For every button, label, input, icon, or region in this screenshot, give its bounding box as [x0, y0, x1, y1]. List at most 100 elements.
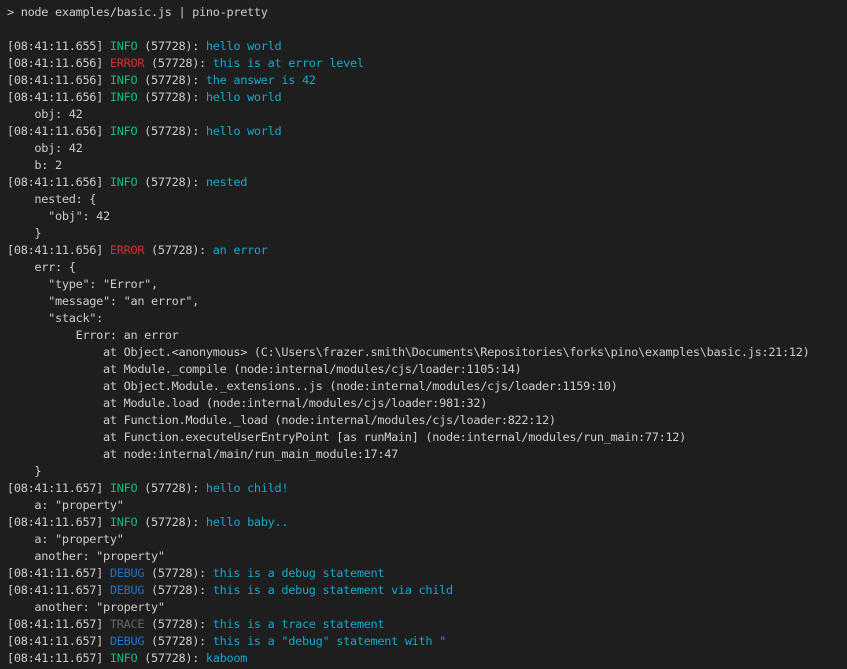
log-line: "obj": 42: [7, 208, 847, 225]
log-message: hello world: [206, 124, 281, 138]
log-line: [08:41:11.657] INFO (57728): hello baby.…: [7, 514, 847, 531]
log-level-badge: INFO: [110, 90, 137, 104]
log-text: [08:41:11.656]: [7, 175, 110, 189]
log-level-badge: INFO: [110, 39, 137, 53]
log-text: (57728):: [137, 124, 206, 138]
command-line: > node examples/basic.js | pino-pretty: [7, 4, 847, 21]
log-level-badge: DEBUG: [110, 583, 144, 597]
log-text: (57728):: [144, 566, 213, 580]
log-line: at Object.<anonymous> (C:\Users\frazer.s…: [7, 344, 847, 361]
log-text: a: "property": [7, 532, 124, 546]
log-line: [08:41:11.657] DEBUG (57728): this is a …: [7, 582, 847, 599]
log-text: "type": "Error",: [7, 277, 158, 291]
log-line: Error: an error: [7, 327, 847, 344]
log-line: nested: {: [7, 191, 847, 208]
log-text: another: "property": [7, 549, 165, 563]
log-line: [08:41:11.656] INFO (57728): hello world: [7, 89, 847, 106]
log-text: "stack":: [7, 311, 103, 325]
log-line: at Module._compile (node:internal/module…: [7, 361, 847, 378]
log-level-badge: INFO: [110, 175, 137, 189]
log-text: }: [7, 464, 41, 478]
log-text: (57728):: [137, 651, 206, 665]
log-line: another: "property": [7, 548, 847, 565]
log-line: a: "property": [7, 497, 847, 514]
log-line: "message": "an error",: [7, 293, 847, 310]
log-line: [08:41:11.656] INFO (57728): the answer …: [7, 72, 847, 89]
log-level-badge: DEBUG: [110, 634, 144, 648]
log-line: another: "property": [7, 599, 847, 616]
log-text: [08:41:11.656]: [7, 90, 110, 104]
log-text: (57728):: [144, 617, 213, 631]
log-text: [08:41:11.656]: [7, 73, 110, 87]
log-message: an error: [213, 243, 268, 257]
log-message: hello baby..: [206, 515, 288, 529]
log-level-badge: INFO: [110, 73, 137, 87]
log-text: [08:41:11.657]: [7, 651, 110, 665]
log-text: "obj": 42: [7, 209, 110, 223]
log-text: (57728):: [144, 634, 213, 648]
log-line: [08:41:11.656] ERROR (57728): this is at…: [7, 55, 847, 72]
log-line: [08:41:11.657] DEBUG (57728): this is a …: [7, 633, 847, 650]
log-line: }: [7, 225, 847, 242]
log-text: (57728):: [137, 175, 206, 189]
log-line: [08:41:11.657] INFO (57728): hello child…: [7, 480, 847, 497]
log-line: "stack":: [7, 310, 847, 327]
log-text: [08:41:11.656]: [7, 124, 110, 138]
log-text: }: [7, 226, 41, 240]
log-text: at Function.Module._load (node:internal/…: [7, 413, 556, 427]
log-text: (57728):: [137, 481, 206, 495]
log-text: (57728):: [137, 90, 206, 104]
log-text: Error: an error: [7, 328, 178, 342]
log-line: at Function.Module._load (node:internal/…: [7, 412, 847, 429]
log-level-badge: ERROR: [110, 243, 144, 257]
log-text: (57728):: [137, 515, 206, 529]
log-text: [08:41:11.656]: [7, 56, 110, 70]
log-text: [08:41:11.657]: [7, 634, 110, 648]
log-text: (57728):: [144, 243, 213, 257]
log-level-badge: INFO: [110, 481, 137, 495]
log-line: }: [7, 463, 847, 480]
log-level-badge: INFO: [110, 515, 137, 529]
log-output: [08:41:11.655] INFO (57728): hello world…: [7, 21, 847, 667]
log-line: b: 2: [7, 157, 847, 174]
log-level-badge: ERROR: [110, 56, 144, 70]
log-message: hello child!: [206, 481, 288, 495]
log-message: the answer is 42: [206, 73, 316, 87]
log-text: [08:41:11.657]: [7, 515, 110, 529]
log-text: (57728):: [137, 39, 206, 53]
log-text: nested: {: [7, 192, 96, 206]
log-line: [08:41:11.657] TRACE (57728): this is a …: [7, 616, 847, 633]
log-line: at Object.Module._extensions..js (node:i…: [7, 378, 847, 395]
log-text: at Module._compile (node:internal/module…: [7, 362, 521, 376]
log-line: at Function.executeUserEntryPoint [as ru…: [7, 429, 847, 446]
log-message: nested: [206, 175, 247, 189]
log-line: "type": "Error",: [7, 276, 847, 293]
log-line: obj: 42: [7, 106, 847, 123]
log-text: "message": "an error",: [7, 294, 199, 308]
log-text: at node:internal/main/run_main_module:17…: [7, 447, 398, 461]
log-text: a: "property": [7, 498, 124, 512]
log-text: (57728):: [144, 583, 213, 597]
log-text: b: 2: [7, 158, 62, 172]
log-text: at Object.<anonymous> (C:\Users\frazer.s…: [7, 345, 809, 359]
log-text: (57728):: [137, 73, 206, 87]
log-line: [08:41:11.656] INFO (57728): nested: [7, 174, 847, 191]
log-text: [08:41:11.656]: [7, 243, 110, 257]
log-level-badge: INFO: [110, 651, 137, 665]
log-line: at node:internal/main/run_main_module:17…: [7, 446, 847, 463]
log-line: obj: 42: [7, 140, 847, 157]
log-text: at Module.load (node:internal/modules/cj…: [7, 396, 487, 410]
log-text: at Object.Module._extensions..js (node:i…: [7, 379, 617, 393]
log-message: this is at error level: [213, 56, 364, 70]
log-level-badge: INFO: [110, 124, 137, 138]
log-line: [08:41:11.657] DEBUG (57728): this is a …: [7, 565, 847, 582]
log-text: err: {: [7, 260, 76, 274]
log-text: [08:41:11.657]: [7, 481, 110, 495]
log-text: [08:41:11.657]: [7, 583, 110, 597]
log-line: [08:41:11.655] INFO (57728): hello world: [7, 38, 847, 55]
log-line: a: "property": [7, 531, 847, 548]
log-text: [08:41:11.655]: [7, 39, 110, 53]
terminal-output[interactable]: > node examples/basic.js | pino-pretty […: [0, 0, 847, 669]
log-message: hello world: [206, 90, 281, 104]
log-message: this is a "debug" statement with ": [213, 634, 446, 648]
